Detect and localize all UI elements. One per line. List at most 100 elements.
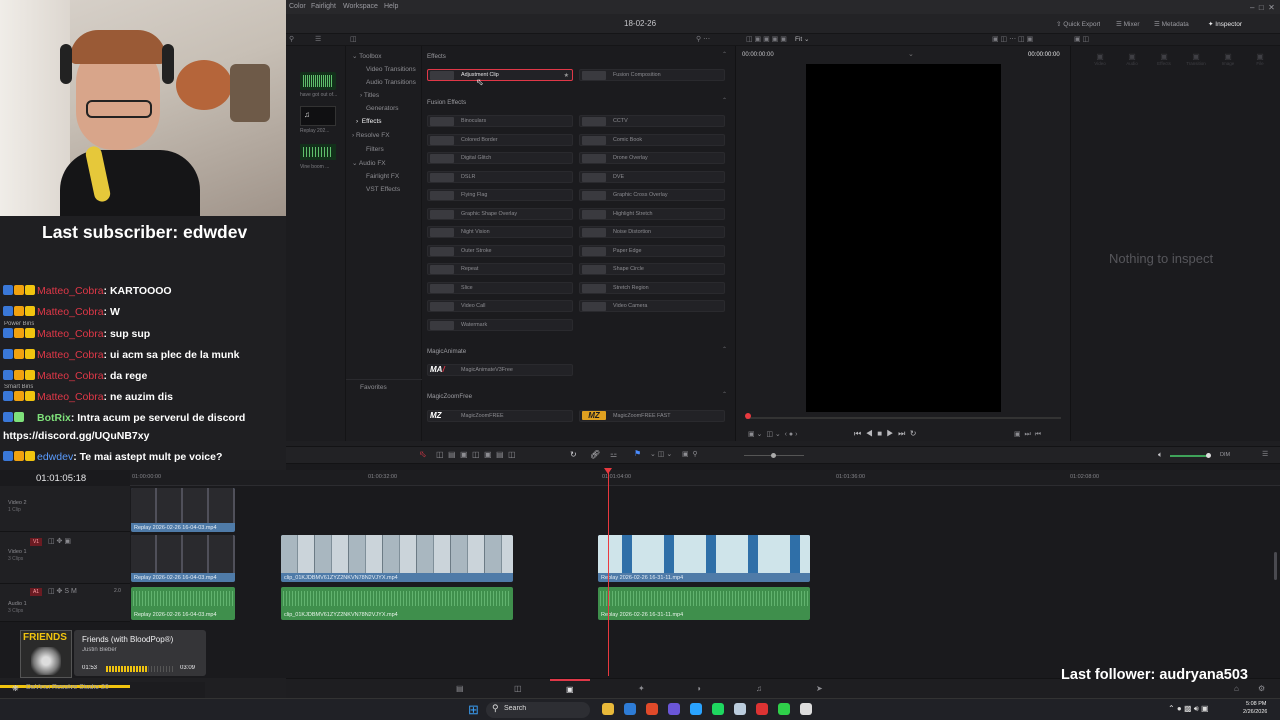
- speaker-icon[interactable]: 🔈︎: [1158, 450, 1163, 460]
- search-icon[interactable]: ⚲: [289, 35, 294, 43]
- timeline-scrollbar[interactable]: [1274, 552, 1277, 580]
- effect-item[interactable]: Comic Book: [579, 133, 725, 146]
- menu-help[interactable]: Help: [384, 3, 398, 10]
- collapse-icon[interactable]: ⌃: [722, 346, 727, 353]
- metadata-button[interactable]: ☰ Metadata: [1154, 20, 1189, 28]
- timeline-clip-v1-2[interactable]: clip_01KJDBMV61ZYZ2NKVN78N2VJYX.mp4: [281, 535, 513, 582]
- timeline-ruler[interactable]: 01:00:00:00 01:00:32:00 01:01:04:00 01:0…: [130, 470, 1280, 486]
- effect-item[interactable]: DVE: [579, 170, 725, 183]
- tree-resolve-fx[interactable]: › Resolve FX: [352, 132, 390, 139]
- home-icon[interactable]: ⌂: [1234, 684, 1239, 693]
- windows-start-icon[interactable]: ⊞: [468, 702, 479, 718]
- tree-filters[interactable]: Filters: [366, 146, 384, 153]
- menu-fairlight[interactable]: Fairlight: [311, 3, 336, 10]
- settings-icon[interactable]: ⚙: [1258, 684, 1265, 693]
- effect-item[interactable]: Binoculars: [427, 115, 573, 127]
- effect-adjustment-clip[interactable]: Adjustment Clip ★: [427, 69, 573, 81]
- effect-magiczoom[interactable]: MZ MagicZoomFREE: [427, 410, 573, 422]
- deliver-page-icon[interactable]: ➤: [816, 684, 823, 693]
- effect-item[interactable]: Night Vision: [427, 226, 573, 238]
- flag-icon[interactable]: ⚑: [634, 449, 641, 458]
- playhead-handle[interactable]: [604, 468, 612, 474]
- quick-export-button[interactable]: ⇧ Quick Export: [1056, 20, 1100, 28]
- transport-controls[interactable]: ⏮ ◀ ■ ▶ ⏭ ↻: [854, 429, 916, 439]
- edit-page-tab[interactable]: ▣: [550, 679, 590, 698]
- list-view-icon[interactable]: ☰: [315, 35, 321, 43]
- effect-item[interactable]: CCTV: [579, 115, 725, 127]
- effect-item[interactable]: Video Camera: [579, 300, 725, 312]
- file-explorer-icon[interactable]: [602, 703, 614, 715]
- zoom-slider-handle[interactable]: [771, 453, 776, 458]
- effect-item[interactable]: Graphic Cross Overlay: [579, 189, 725, 201]
- dim-button[interactable]: DIM: [1220, 452, 1230, 458]
- timeline-options-icon[interactable]: ☰: [1262, 450, 1268, 458]
- inspector-tab[interactable]: ▣ Image: [1213, 52, 1243, 66]
- power-bins-label[interactable]: Power Bins: [4, 321, 34, 327]
- effect-magiczoom-fast[interactable]: MZ MagicZoomFREE FAST: [579, 410, 725, 422]
- tree-video-transitions[interactable]: Video Transitions: [366, 66, 416, 73]
- mixer-button[interactable]: ☰ Mixer: [1116, 20, 1140, 28]
- effect-item[interactable]: Shape Circle: [579, 263, 725, 275]
- inspector-button[interactable]: ✦ Inspector: [1208, 20, 1242, 28]
- link-icon[interactable]: 🔗︎: [590, 450, 600, 459]
- tree-favorites[interactable]: Favorites: [360, 384, 387, 391]
- inspector-tab[interactable]: ▣ File: [1245, 52, 1275, 66]
- effect-item[interactable]: Colored Border: [427, 133, 573, 146]
- inspector-tab[interactable]: ▣ Transition: [1181, 52, 1211, 66]
- media-page-icon[interactable]: ▤: [456, 684, 464, 693]
- track-header-v1[interactable]: V1 ◫ ✥ ▣ Video 1 3 Clips: [0, 532, 130, 584]
- track-header-v2[interactable]: Video 2 1 Clip: [0, 486, 130, 532]
- effect-item[interactable]: Stretch Region: [579, 281, 725, 294]
- viewer-options-icons[interactable]: ▣ ◫ ⋯ ◫ ▣: [992, 35, 1033, 43]
- chevron-down-icon[interactable]: ⌄: [908, 50, 914, 58]
- effect-item[interactable]: Video Call: [427, 300, 573, 312]
- window-controls[interactable]: – □ ✕: [1250, 3, 1275, 12]
- track-header-a1[interactable]: A1 ◫ ✥ S M 2.0 Audio 1 3 Clips: [0, 584, 130, 622]
- tree-fairlight-fx[interactable]: Fairlight FX: [366, 173, 399, 180]
- zoom-icons[interactable]: ▣ ⚲: [682, 450, 698, 458]
- menu-workspace[interactable]: Workspace: [343, 3, 378, 10]
- cut-page-icon[interactable]: ◫: [514, 684, 522, 693]
- edit-tools-icons[interactable]: ◫ ▤ ▣ ◫ ▣ ▤ ◫: [436, 450, 516, 459]
- replay-thumbnail[interactable]: ♫: [300, 106, 336, 126]
- resolve-taskbar-icon[interactable]: [734, 703, 746, 715]
- timeline-clip-v1-1[interactable]: Replay 2026-02-26 16-04-03.mp4: [131, 535, 235, 582]
- track-controls-icons[interactable]: ◫ ✥ S M: [48, 587, 77, 595]
- effect-item[interactable]: DSLR: [427, 170, 573, 183]
- effect-item[interactable]: Slice: [427, 281, 573, 294]
- smart-bins-label[interactable]: Smart Bins: [4, 384, 33, 390]
- discord-icon[interactable]: [668, 703, 680, 715]
- video-preview[interactable]: [806, 64, 1001, 412]
- inspector-toolbar-icons[interactable]: ▣ ◫: [1074, 35, 1089, 43]
- inspector-tab[interactable]: ▣ Audio: [1117, 52, 1147, 66]
- fairlight-page-icon[interactable]: ♫: [756, 684, 762, 693]
- spotify-icon[interactable]: [712, 703, 724, 715]
- timeline-clip-v1-3[interactable]: Replay 2026-02-26 16-31-11.mp4: [598, 535, 810, 582]
- zoom-dropdown[interactable]: Fit ⌄: [795, 35, 810, 43]
- chrome-icon[interactable]: [624, 703, 636, 715]
- viewer-scrubber[interactable]: [746, 417, 1061, 419]
- effect-item[interactable]: Paper Edge: [579, 244, 725, 257]
- firefox-icon[interactable]: [646, 703, 658, 715]
- snapping-icon[interactable]: ↻: [570, 450, 577, 459]
- panel-toggle-icon[interactable]: ◫: [350, 35, 357, 43]
- volume-slider[interactable]: [1170, 455, 1210, 457]
- track-id-badge[interactable]: V1: [30, 538, 42, 546]
- effect-item[interactable]: Outer Stroke: [427, 244, 573, 257]
- effect-item[interactable]: Drone Overlay: [579, 152, 725, 164]
- greenapp-icon[interactable]: [778, 703, 790, 715]
- viewer-playhead[interactable]: [745, 413, 751, 419]
- viewer-options-icon[interactable]: ▣ ⌄ ◫ ⌄ ‹ ● ›: [748, 430, 797, 438]
- marker-icons[interactable]: ⌄ ◫ ⌄: [650, 450, 672, 458]
- tree-toolbox[interactable]: ⌄ Toolbox: [352, 52, 382, 60]
- effect-item[interactable]: Noise Distortion: [579, 226, 725, 238]
- favorite-star-icon[interactable]: ★: [564, 72, 569, 79]
- effect-item[interactable]: Digital Glitch: [427, 152, 573, 164]
- tree-audio-transitions[interactable]: Audio Transitions: [366, 79, 416, 86]
- volume-handle[interactable]: [1206, 453, 1211, 458]
- inspector-tab[interactable]: ▣ Video: [1085, 52, 1115, 66]
- taskbar-search[interactable]: ⚲ Search: [486, 702, 590, 718]
- collapse-icon[interactable]: ⌃: [722, 391, 727, 398]
- tree-generators[interactable]: Generators: [366, 105, 399, 112]
- timeline-playhead[interactable]: [608, 470, 609, 676]
